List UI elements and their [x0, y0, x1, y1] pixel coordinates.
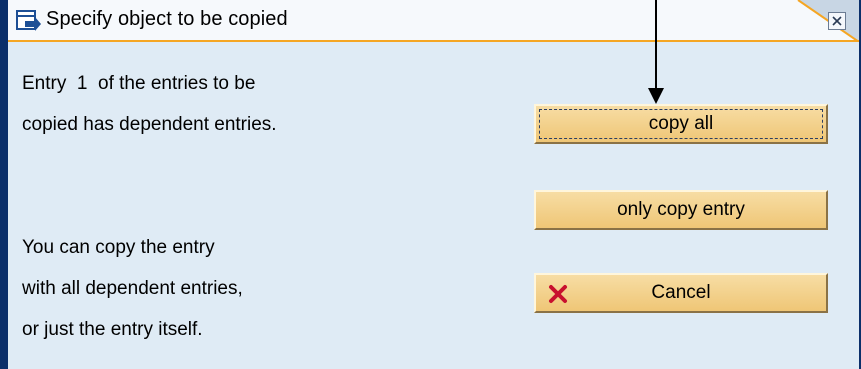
message-line-1: Entry 1 of the entries to be	[22, 73, 256, 94]
cancel-label: Cancel	[651, 282, 711, 303]
message-line-5: or just the entry itself.	[22, 319, 203, 340]
close-button[interactable]	[828, 12, 846, 30]
message-line-3: You can copy the entry	[22, 237, 215, 258]
close-icon	[832, 16, 842, 26]
dialog-content: Entry 1 of the entries to be copied has …	[8, 42, 859, 369]
message-line-4: with all dependent entries,	[22, 278, 243, 299]
message-line-2: copied has dependent entries.	[22, 114, 277, 135]
dialog-window: Specify object to be copied Entry 1 of t…	[0, 0, 861, 369]
only-copy-entry-button[interactable]: only copy entry	[534, 190, 828, 230]
only-copy-entry-label: only copy entry	[617, 199, 745, 220]
dialog-title: Specify object to be copied	[46, 8, 288, 30]
red-x-icon	[549, 285, 567, 303]
dialog-arrow-icon	[16, 10, 41, 31]
title-bar: Specify object to be copied	[8, 0, 859, 42]
annotation-arrow-icon	[648, 0, 664, 104]
copy-all-label: copy all	[648, 113, 714, 134]
copy-all-button[interactable]: copy all	[534, 104, 828, 144]
cancel-button[interactable]: Cancel	[534, 273, 828, 313]
